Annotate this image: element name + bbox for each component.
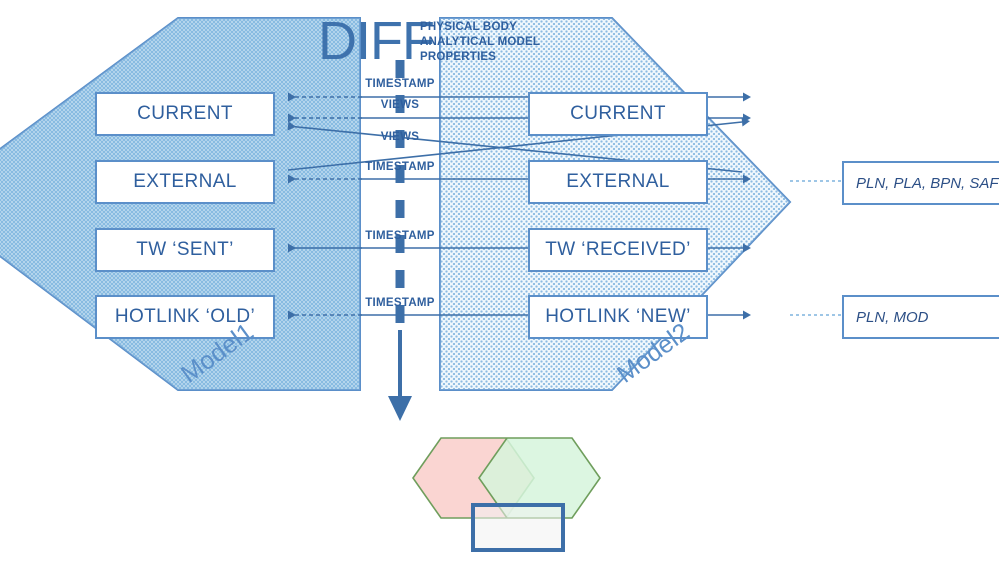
- model1-node-current[interactable]: CURRENT: [95, 92, 275, 136]
- edge-label-timestamp-external: TIMESTAMP: [365, 161, 435, 173]
- venn-selection-rect: [471, 503, 565, 552]
- title-subtitle-line-1: PHYSICAL BODY: [420, 21, 517, 33]
- model2-node-tw-received[interactable]: TW ‘RECEIVED’: [528, 228, 708, 272]
- result-venn: [412, 437, 601, 552]
- model1-node-external[interactable]: EXTERNAL: [95, 160, 275, 204]
- title-subtitle-line-2: ANALYTICAL MODEL: [420, 36, 541, 49]
- annotation-box-hotlink[interactable]: PLN, MOD: [842, 295, 999, 339]
- title-subtitle: PHYSICAL BODY ANALYTICAL MODEL PROPERTIE…: [420, 20, 540, 66]
- edge-label-views-cross: VIEWS: [380, 131, 420, 143]
- model1-node-tw-sent[interactable]: TW ‘SENT’: [95, 228, 275, 272]
- edge-label-timestamp-current: TIMESTAMP: [365, 78, 435, 90]
- edge-label-timestamp-hotlink: TIMESTAMP: [365, 297, 435, 309]
- page-title: DIFF: [318, 11, 435, 71]
- title-subtitle-line-3: PROPERTIES: [420, 51, 497, 64]
- model2-node-external[interactable]: EXTERNAL: [528, 160, 708, 204]
- edge-label-timestamp-tw: TIMESTAMP: [365, 230, 435, 242]
- model2-node-current[interactable]: CURRENT: [528, 92, 708, 136]
- edge-label-views-current: VIEWS: [380, 99, 420, 111]
- annotation-box-external[interactable]: PLN, PLA, BPN, SAF: [842, 161, 999, 205]
- diagram-canvas: DIFF PHYSICAL BODY ANALYTICAL MODEL PROP…: [0, 0, 999, 563]
